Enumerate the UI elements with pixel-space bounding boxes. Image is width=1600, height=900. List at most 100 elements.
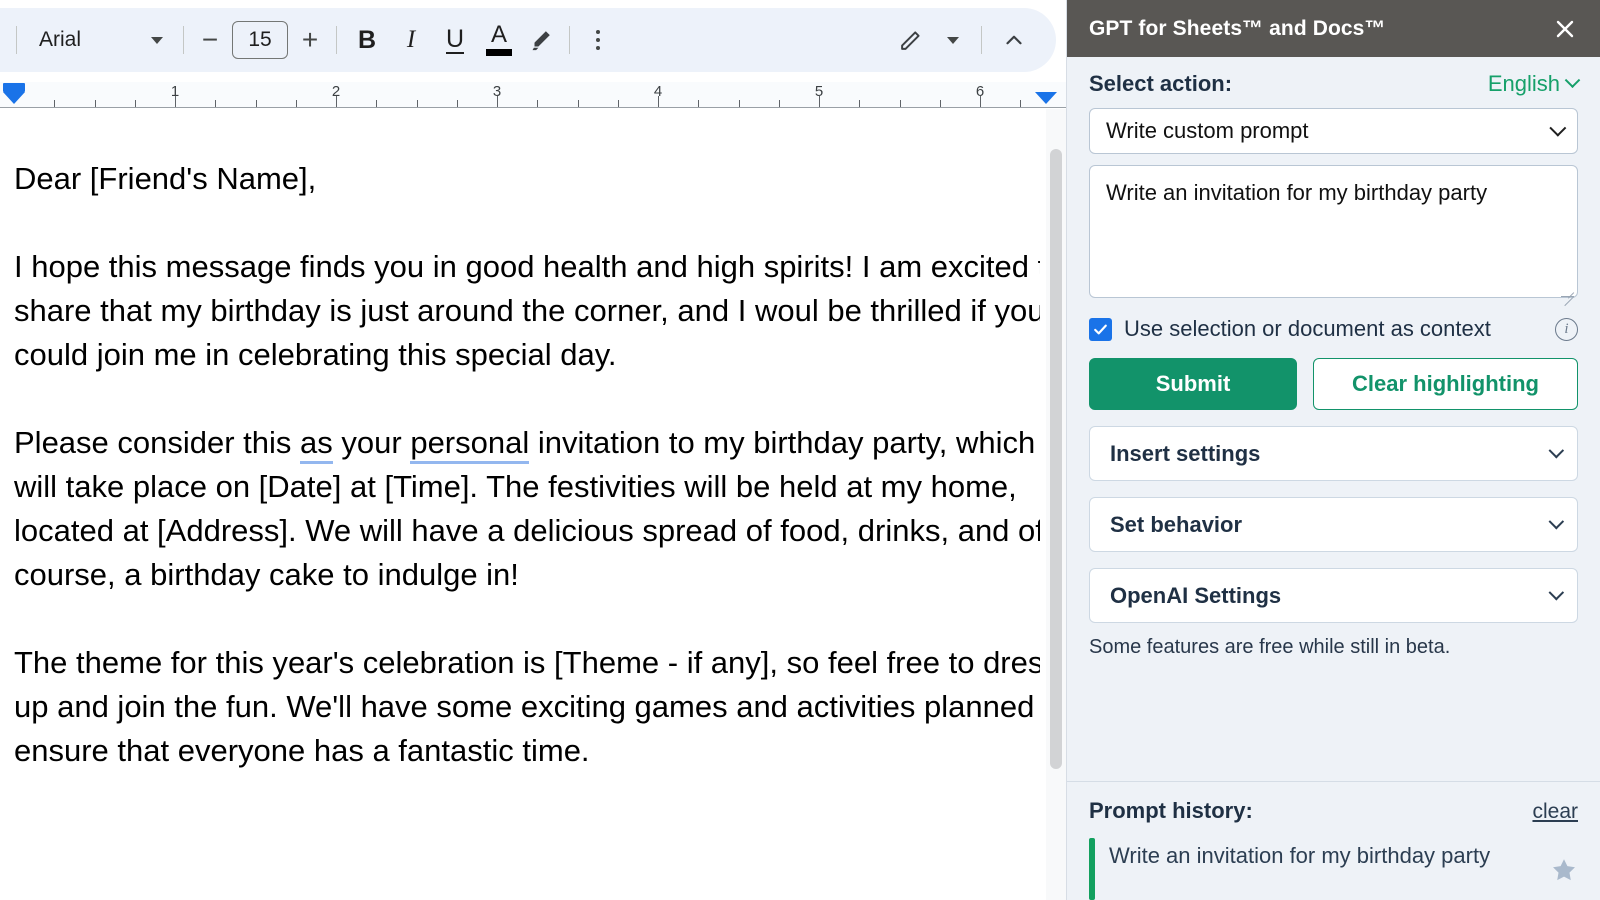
submit-button[interactable]: Submit [1089,358,1297,410]
ruler-tick [859,100,861,107]
gpt-addon-sidebar: GPT for Sheets™ and Docs™ Select action:… [1066,0,1600,900]
ruler-number: 6 [975,83,985,100]
underline-button[interactable]: U [433,20,477,60]
first-line-indent-marker[interactable] [3,83,25,92]
language-label: English [1487,71,1560,96]
edit-mode-pencil-icon[interactable] [889,20,933,60]
accordion-insert-settings[interactable]: Insert settings [1089,426,1578,481]
document-paragraph: I hope this message finds you in good he… [14,245,1040,377]
document-text-run: I hope this message finds you in good he… [14,249,1040,372]
ruler-tick [94,100,96,107]
document-paragraph: Dear [Friend's Name], [14,157,1040,201]
ruler-tick [778,100,780,107]
left-indent-marker[interactable] [3,92,25,104]
document-text-run: The theme for this year's celebration is… [14,645,1040,768]
prompt-history-clear-link[interactable]: clear [1532,800,1578,824]
action-select-value: Write custom prompt [1106,118,1309,143]
font-size-input[interactable] [232,21,288,59]
prompt-history-title: Prompt history: [1089,798,1253,823]
accordion-set-behavior[interactable]: Set behavior [1089,497,1578,552]
ruler-number: 2 [331,83,341,100]
document-body[interactable]: Dear [Friend's Name], I hope this message… [14,157,1040,817]
font-size-stepper: − + [192,21,328,59]
language-picker[interactable]: English [1487,71,1581,97]
ruler-tick [939,100,941,107]
text-color-swatch [486,48,512,56]
bold-button[interactable]: B [345,20,389,60]
accordion-label: Set behavior [1110,511,1243,537]
collapse-toolbar-chevron-up-icon[interactable] [990,20,1038,60]
highlighter-icon[interactable] [521,20,561,60]
ruler-number: 1 [170,83,180,100]
toolbar-divider [183,26,184,54]
ruler-number: 5 [814,83,824,100]
horizontal-ruler[interactable]: 1 2 3 4 5 6 [0,82,1066,108]
three-dots [596,30,600,50]
ruler-tick [577,100,579,107]
decrease-font-size-button[interactable]: − [192,22,228,58]
document-scrollbar-track[interactable] [1046,109,1066,900]
ruler-tick [899,100,901,107]
list-item[interactable]: Write an invitation for my birthday part… [1089,838,1578,900]
star-icon[interactable] [1550,838,1578,889]
ruler-tick [416,100,418,107]
app-root: Arial − + B I U A [0,0,1600,900]
sidebar-main: Select action: English Write custom prom… [1067,57,1600,781]
spelling-suggestion-text[interactable]: personal [410,425,530,464]
text-color-label: A [490,21,507,49]
font-family-selector[interactable]: Arial [25,20,175,60]
text-color-button[interactable]: A [477,20,521,60]
document-text-run: your [332,425,411,460]
prompt-history-section: Prompt history: clear Write an invitatio… [1067,781,1600,900]
chevron-down-icon [1564,71,1581,88]
context-checkbox-row: Use selection or document as context i [1089,316,1578,342]
underline-label: U [445,24,465,55]
ruler-number: 3 [492,83,502,100]
select-action-label: Select action: [1089,71,1233,96]
ruler-number: 4 [653,83,663,100]
sidebar-title: GPT for Sheets™ and Docs™ [1089,16,1386,40]
edit-mode-chevron-down-icon[interactable] [933,20,973,60]
chevron-down-icon [1549,119,1567,137]
use-context-checkbox[interactable] [1089,317,1112,341]
document-scrollbar-thumb[interactable] [1050,149,1062,769]
formatting-toolbar: Arial − + B I U A [0,8,1056,72]
italic-button[interactable]: I [389,20,433,60]
increase-font-size-button[interactable]: + [292,22,328,58]
use-context-label: Use selection or document as context [1124,316,1491,341]
select-action-row: Select action: English [1089,71,1581,97]
beta-note: Some features are free while still in be… [1089,636,1451,658]
toolbar-divider [16,26,17,54]
document-page[interactable]: Dear [Friend's Name], I hope this message… [0,109,1040,900]
ruler-tick [698,100,700,107]
document-text-run: Dear [Friend's Name], [14,161,317,196]
action-select[interactable]: Write custom prompt [1089,108,1578,154]
document-text-run: Please consider this [14,425,301,460]
prompt-input[interactable]: Write an invitation for my birthday part… [1089,165,1578,298]
chevron-down-icon [151,36,163,44]
close-icon[interactable] [1548,12,1582,46]
prompt-textarea-wrapper: Write an invitation for my birthday part… [1089,154,1578,306]
ruler-tick [456,100,458,107]
prompt-history-header: Prompt history: clear [1089,798,1578,824]
spelling-suggestion-text[interactable]: as [300,425,333,464]
sidebar-header: GPT for Sheets™ and Docs™ [1067,0,1600,57]
ruler-tick [376,100,378,107]
right-indent-marker[interactable] [1035,92,1057,104]
ruler-tick [295,100,297,107]
ruler-tick [617,100,619,107]
accordion-label: Insert settings [1110,440,1261,466]
toolbar-divider [569,26,570,54]
toolbar-divider [336,26,337,54]
more-options-icon[interactable] [578,20,618,60]
accordion-openai-settings[interactable]: OpenAI Settings [1089,568,1578,623]
ruler-tick [215,100,217,107]
info-icon[interactable]: i [1555,317,1578,341]
document-paragraph: The theme for this year's celebration is… [14,641,1040,773]
clear-highlighting-button[interactable]: Clear highlighting [1313,358,1578,410]
action-buttons-row: Submit Clear highlighting [1089,358,1578,410]
font-family-label: Arial [39,28,82,51]
toolbar-divider [981,26,982,54]
chevron-down-icon [1548,584,1565,601]
ruler-tick [54,100,56,107]
